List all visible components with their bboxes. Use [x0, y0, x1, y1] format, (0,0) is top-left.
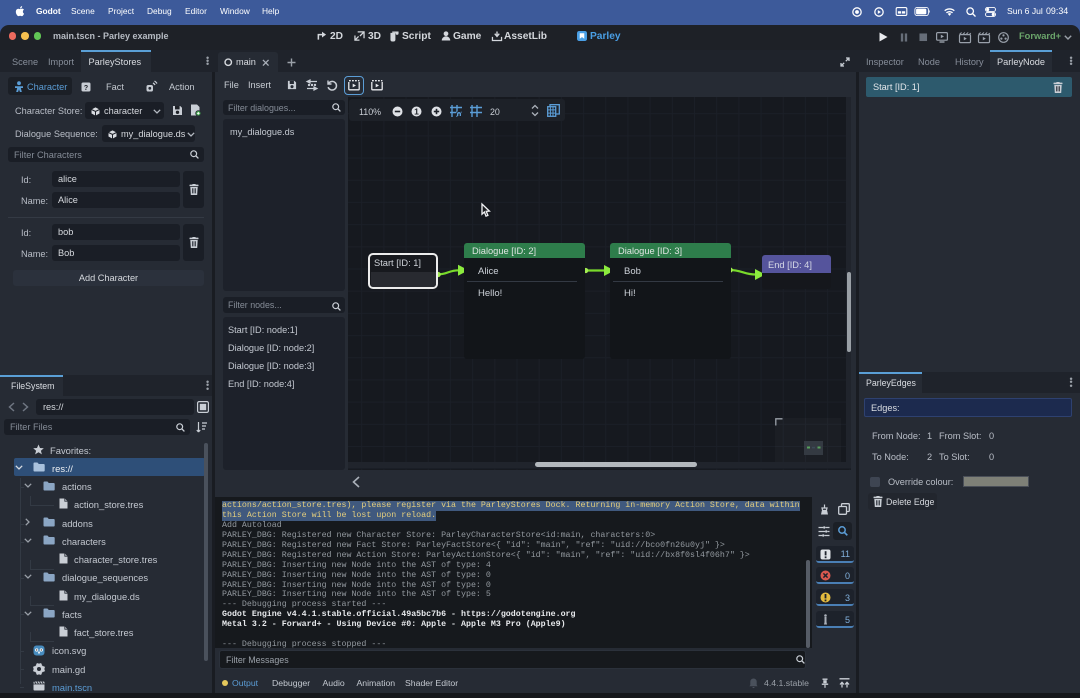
svg-text:?: ? [84, 85, 88, 92]
